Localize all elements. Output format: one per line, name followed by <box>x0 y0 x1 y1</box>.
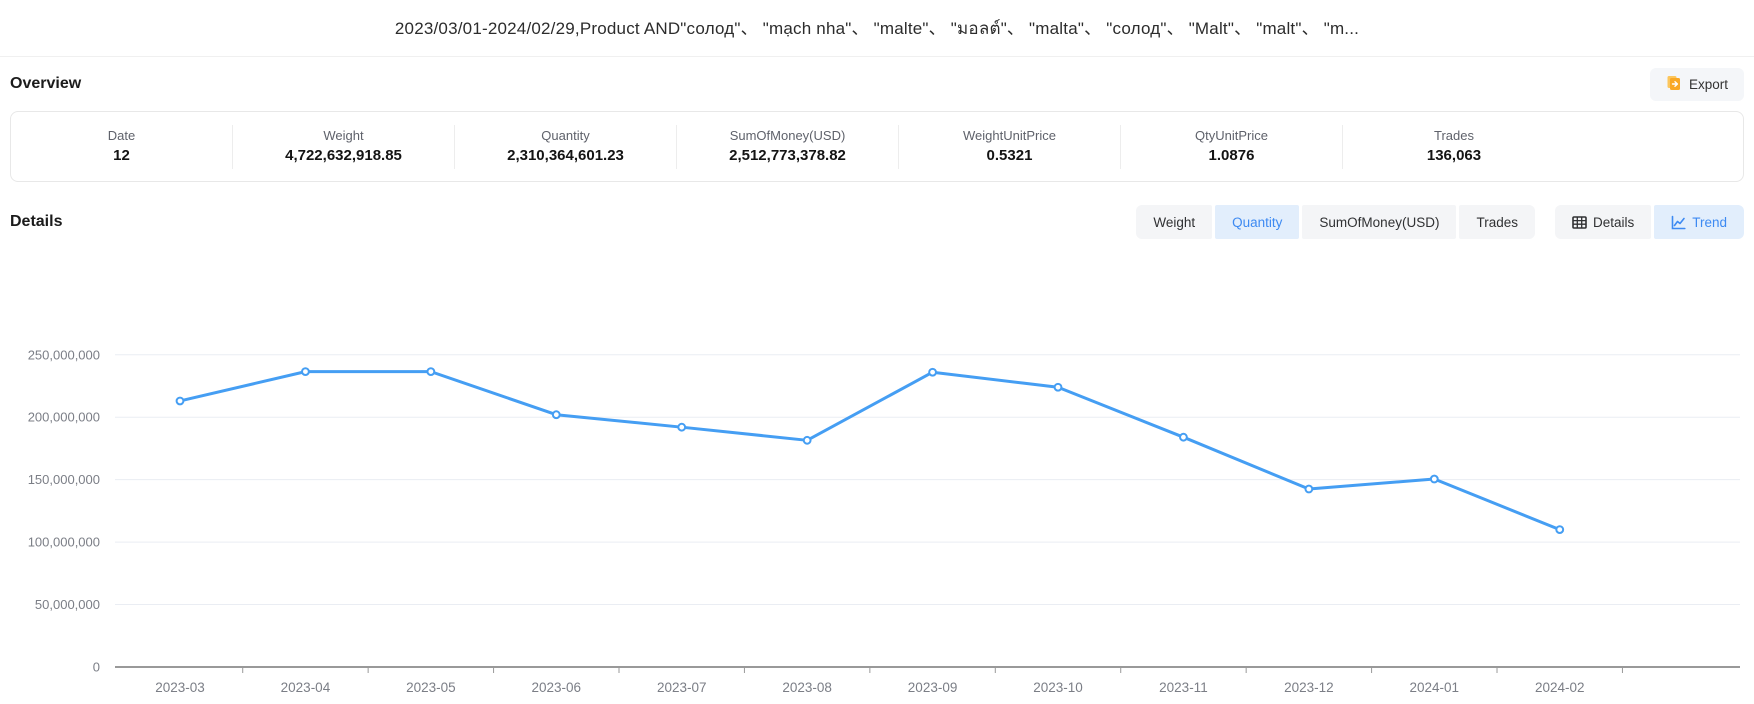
svg-text:2023-06: 2023-06 <box>532 680 582 695</box>
details-heading: Details <box>10 213 62 231</box>
stat-col-qtyunitprice: QtyUnitPrice1.0876 <box>1121 125 1343 169</box>
metric-tab-label: Quantity <box>1232 215 1282 230</box>
export-button-label: Export <box>1689 77 1728 92</box>
svg-text:2023-04: 2023-04 <box>281 680 331 695</box>
svg-text:2023-07: 2023-07 <box>657 680 707 695</box>
stat-value: 136,063 <box>1427 145 1481 167</box>
metric-tab-label: Trades <box>1476 215 1518 230</box>
stat-col-quantity: Quantity2,310,364,601.23 <box>455 125 677 169</box>
svg-text:100,000,000: 100,000,000 <box>28 535 100 550</box>
svg-text:50,000,000: 50,000,000 <box>35 597 100 612</box>
stat-label: Date <box>108 127 135 145</box>
svg-text:0: 0 <box>93 660 100 675</box>
overview-heading: Overview <box>10 75 81 93</box>
table-icon <box>1572 215 1587 230</box>
stat-value: 2,310,364,601.23 <box>507 145 624 167</box>
metric-tab-label: SumOfMoney(USD) <box>1319 215 1439 230</box>
metric-tab-weight[interactable]: Weight <box>1136 205 1212 239</box>
stat-label: Quantity <box>541 127 589 145</box>
stat-col-sumofmoney-usd-: SumOfMoney(USD)2,512,773,378.82 <box>677 125 899 169</box>
stat-value: 12 <box>113 145 130 167</box>
svg-text:2023-12: 2023-12 <box>1284 680 1334 695</box>
stat-label: SumOfMoney(USD) <box>730 127 846 145</box>
stat-value: 4,722,632,918.85 <box>285 145 402 167</box>
svg-text:2023-11: 2023-11 <box>1159 680 1208 695</box>
svg-text:2023-08: 2023-08 <box>782 680 832 695</box>
stat-label: QtyUnitPrice <box>1195 127 1268 145</box>
details-header-row: Details Weight Quantity SumOfMoney(USD) Tra… <box>0 204 1754 240</box>
svg-text:2023-05: 2023-05 <box>406 680 456 695</box>
svg-text:200,000,000: 200,000,000 <box>28 410 100 425</box>
svg-text:2023-10: 2023-10 <box>1033 680 1083 695</box>
stat-value: 1.0876 <box>1209 145 1255 167</box>
svg-text:150,000,000: 150,000,000 <box>28 472 100 487</box>
svg-text:250,000,000: 250,000,000 <box>28 347 100 362</box>
export-file-icon <box>1666 75 1682 94</box>
svg-text:2024-02: 2024-02 <box>1535 680 1585 695</box>
details-tab-bar: Weight Quantity SumOfMoney(USD) Trades Detai… <box>1136 205 1744 239</box>
overview-header-row: Overview Export <box>0 57 1754 111</box>
overview-stats-card: Date12Weight4,722,632,918.85Quantity2,31… <box>10 111 1744 182</box>
svg-text:2023-09: 2023-09 <box>908 680 958 695</box>
stat-col-date: Date12 <box>11 125 233 169</box>
stat-col-trades: Trades136,063 <box>1343 125 1565 169</box>
stat-label: Trades <box>1434 127 1474 145</box>
svg-text:2024-01: 2024-01 <box>1410 680 1460 695</box>
view-tab-label: Details <box>1593 215 1634 230</box>
metric-tab-trades[interactable]: Trades <box>1459 205 1535 239</box>
svg-text:2023-03: 2023-03 <box>155 680 205 695</box>
view-tab-label: Trend <box>1692 215 1727 230</box>
stat-col-weight: Weight4,722,632,918.85 <box>233 125 455 169</box>
page-title: 2023/03/01-2024/02/29,Product AND"солод"… <box>395 14 1359 42</box>
stat-label: WeightUnitPrice <box>963 127 1056 145</box>
page-header: 2023/03/01-2024/02/29,Product AND"солод"… <box>0 0 1754 57</box>
trend-line-chart[interactable]: 0 50,000,000 100,000,000 150,000,000 200,000… <box>0 242 1754 704</box>
view-tab-trend[interactable]: Trend <box>1654 205 1744 239</box>
stat-value: 2,512,773,378.82 <box>729 145 846 167</box>
export-button[interactable]: Export <box>1650 68 1744 101</box>
stat-label: Weight <box>323 127 363 145</box>
stat-col-weightunitprice: WeightUnitPrice0.5321 <box>899 125 1121 169</box>
trend-chart-icon <box>1671 215 1686 230</box>
metric-tab-label: Weight <box>1153 215 1195 230</box>
metric-tab-quantity[interactable]: Quantity <box>1215 205 1299 239</box>
metric-tab-sumofmoney-usd-[interactable]: SumOfMoney(USD) <box>1302 205 1456 239</box>
view-tab-details[interactable]: Details <box>1555 205 1651 239</box>
stat-value: 0.5321 <box>987 145 1033 167</box>
